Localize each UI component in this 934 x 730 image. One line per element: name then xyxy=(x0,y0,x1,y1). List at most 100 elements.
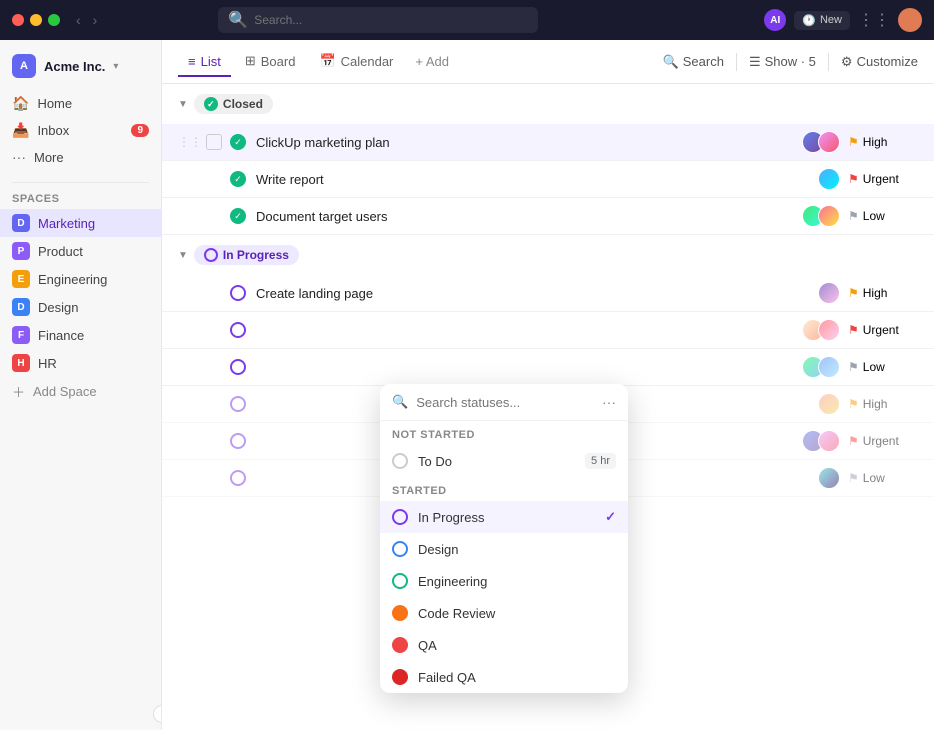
toolbar-right: 🔍 Search ☰ Show · 5 ⚙ Customize xyxy=(663,53,918,71)
task-status-inprogress[interactable] xyxy=(230,359,246,375)
sidebar-item-home[interactable]: 🏠 Home xyxy=(0,90,161,117)
close-window-button[interactable] xyxy=(12,14,24,26)
dropdown-search: 🔍 ··· xyxy=(380,384,628,421)
ai-button[interactable]: AI xyxy=(764,9,786,31)
priority-flag[interactable]: ⚑ Low xyxy=(848,471,918,485)
calendar-icon: 📅 xyxy=(319,53,335,69)
add-space-button[interactable]: ＋ Add Space xyxy=(0,377,161,406)
workspace-name: Acme Inc. xyxy=(44,59,105,74)
design-status-icon xyxy=(392,541,408,557)
global-search-input[interactable] xyxy=(254,13,528,27)
priority-flag[interactable]: ⚑ Urgent xyxy=(848,172,918,186)
status-item-qa[interactable]: QA xyxy=(380,629,628,661)
section-toggle-inprogress[interactable]: ▼ xyxy=(178,250,188,261)
priority-flag[interactable]: ⚑ Low xyxy=(848,360,918,374)
inprogress-status-icon xyxy=(204,248,218,262)
view-tabs: ≡ List ⊞ Board 📅 Calendar + Add 🔍 Search… xyxy=(162,40,934,84)
sidebar-item-finance[interactable]: F Finance xyxy=(0,321,161,349)
add-view-button[interactable]: + Add xyxy=(407,50,457,73)
workspace-logo: A xyxy=(12,54,36,78)
sidebar-item-hr[interactable]: H HR xyxy=(0,349,161,377)
sidebar-collapse-button[interactable]: › xyxy=(153,705,162,723)
search-button[interactable]: 🔍 Search xyxy=(663,54,724,70)
user-avatar[interactable] xyxy=(898,8,922,32)
avatar xyxy=(818,168,840,190)
priority-flag[interactable]: ⚑ High xyxy=(848,286,918,300)
flag-icon: ⚑ xyxy=(848,434,859,448)
tab-list[interactable]: ≡ List xyxy=(178,48,231,77)
priority-flag[interactable]: ⚑ High xyxy=(848,135,918,149)
section-header-inprogress[interactable]: ▼ In Progress xyxy=(162,235,934,275)
task-status-closed[interactable]: ✓ xyxy=(230,208,246,224)
search-icon: 🔍 xyxy=(663,54,679,70)
task-checkbox[interactable] xyxy=(206,134,222,150)
engineering-status-icon xyxy=(392,573,408,589)
status-item-inprogress[interactable]: In Progress ✓ xyxy=(380,501,628,533)
tab-board[interactable]: ⊞ Board xyxy=(235,47,306,77)
status-item-todo[interactable]: To Do 5 hr xyxy=(380,445,628,477)
priority-flag[interactable]: ⚑ Low xyxy=(848,209,918,223)
section-toggle-closed[interactable]: ▼ xyxy=(178,99,188,110)
sidebar-item-engineering[interactable]: E Engineering xyxy=(0,265,161,293)
flag-icon: ⚑ xyxy=(848,135,859,149)
list-icon: ≡ xyxy=(188,54,196,69)
qa-status-icon xyxy=(392,637,408,653)
inprogress-status-icon xyxy=(392,509,408,525)
status-item-design[interactable]: Design xyxy=(380,533,628,565)
back-arrow[interactable]: ‹ xyxy=(72,10,85,30)
status-item-codereview[interactable]: Code Review xyxy=(380,597,628,629)
task-status-closed[interactable]: ✓ xyxy=(230,134,246,150)
drag-handle[interactable]: ⋮⋮ xyxy=(178,135,202,149)
more-options-icon[interactable]: ··· xyxy=(602,394,616,410)
task-area: ▼ ✓ Closed ⋮⋮ ✓ ClickUp marketing plan xyxy=(162,84,934,730)
new-button[interactable]: 🕐 New xyxy=(794,11,850,30)
closed-status-icon: ✓ xyxy=(204,97,218,111)
show-button[interactable]: ☰ Show · 5 xyxy=(749,54,816,70)
gear-icon: ⚙ xyxy=(841,54,853,70)
workspace-header[interactable]: A Acme Inc. ▾ xyxy=(0,48,161,84)
task-status-closed[interactable]: ✓ xyxy=(230,171,246,187)
titlebar-actions: AI 🕐 New ⋮⋮ xyxy=(764,8,922,32)
flag-icon: ⚑ xyxy=(848,209,859,223)
avatar-group xyxy=(802,205,840,227)
todo-status-icon xyxy=(392,453,408,469)
sidebar-item-design[interactable]: D Design xyxy=(0,293,161,321)
forward-arrow[interactable]: › xyxy=(89,10,102,30)
sidebar-item-marketing[interactable]: D Marketing xyxy=(0,209,161,237)
section-header-closed[interactable]: ▼ ✓ Closed xyxy=(162,84,934,124)
maximize-window-button[interactable] xyxy=(48,14,60,26)
task-status[interactable] xyxy=(230,470,246,486)
status-item-failedqa[interactable]: Failed QA xyxy=(380,661,628,693)
customize-button[interactable]: ⚙ Customize xyxy=(841,54,918,70)
task-status[interactable] xyxy=(230,433,246,449)
priority-flag[interactable]: ⚑ High xyxy=(848,397,918,411)
selected-checkmark: ✓ xyxy=(605,509,616,525)
tab-calendar[interactable]: 📅 Calendar xyxy=(309,47,403,77)
global-search-bar[interactable]: 🔍 xyxy=(218,7,538,33)
sidebar-item-inbox[interactable]: 📥 Inbox 9 xyxy=(0,117,161,144)
minimize-window-button[interactable] xyxy=(30,14,42,26)
task-meta: ⚑ High xyxy=(802,131,918,153)
task-status-inprogress[interactable] xyxy=(230,285,246,301)
status-search-input[interactable] xyxy=(416,395,594,410)
priority-flag[interactable]: ⚑ Urgent xyxy=(848,434,918,448)
task-status-inprogress[interactable] xyxy=(230,322,246,338)
avatar-group xyxy=(802,131,840,153)
status-item-engineering[interactable]: Engineering xyxy=(380,565,628,597)
avatar xyxy=(818,205,840,227)
clock-icon: 🕐 xyxy=(802,14,816,27)
inbox-icon: 📥 xyxy=(12,122,29,139)
flag-icon: ⚑ xyxy=(848,172,859,186)
task-status[interactable] xyxy=(230,396,246,412)
avatar-group xyxy=(802,430,840,452)
task-meta: ⚑ Urgent xyxy=(818,168,918,190)
task-meta: ⚑ Urgent xyxy=(802,319,918,341)
table-row: ⋮⋮ Create landing page ⚑ High xyxy=(162,275,934,312)
priority-flag[interactable]: ⚑ Urgent xyxy=(848,323,918,337)
sidebar-item-more[interactable]: ··· More xyxy=(0,144,161,170)
product-avatar: P xyxy=(12,242,30,260)
grid-icon[interactable]: ⋮⋮ xyxy=(858,10,890,30)
sidebar-item-product[interactable]: P Product xyxy=(0,237,161,265)
show-icon: ☰ xyxy=(749,54,761,70)
flag-icon: ⚑ xyxy=(848,360,859,374)
